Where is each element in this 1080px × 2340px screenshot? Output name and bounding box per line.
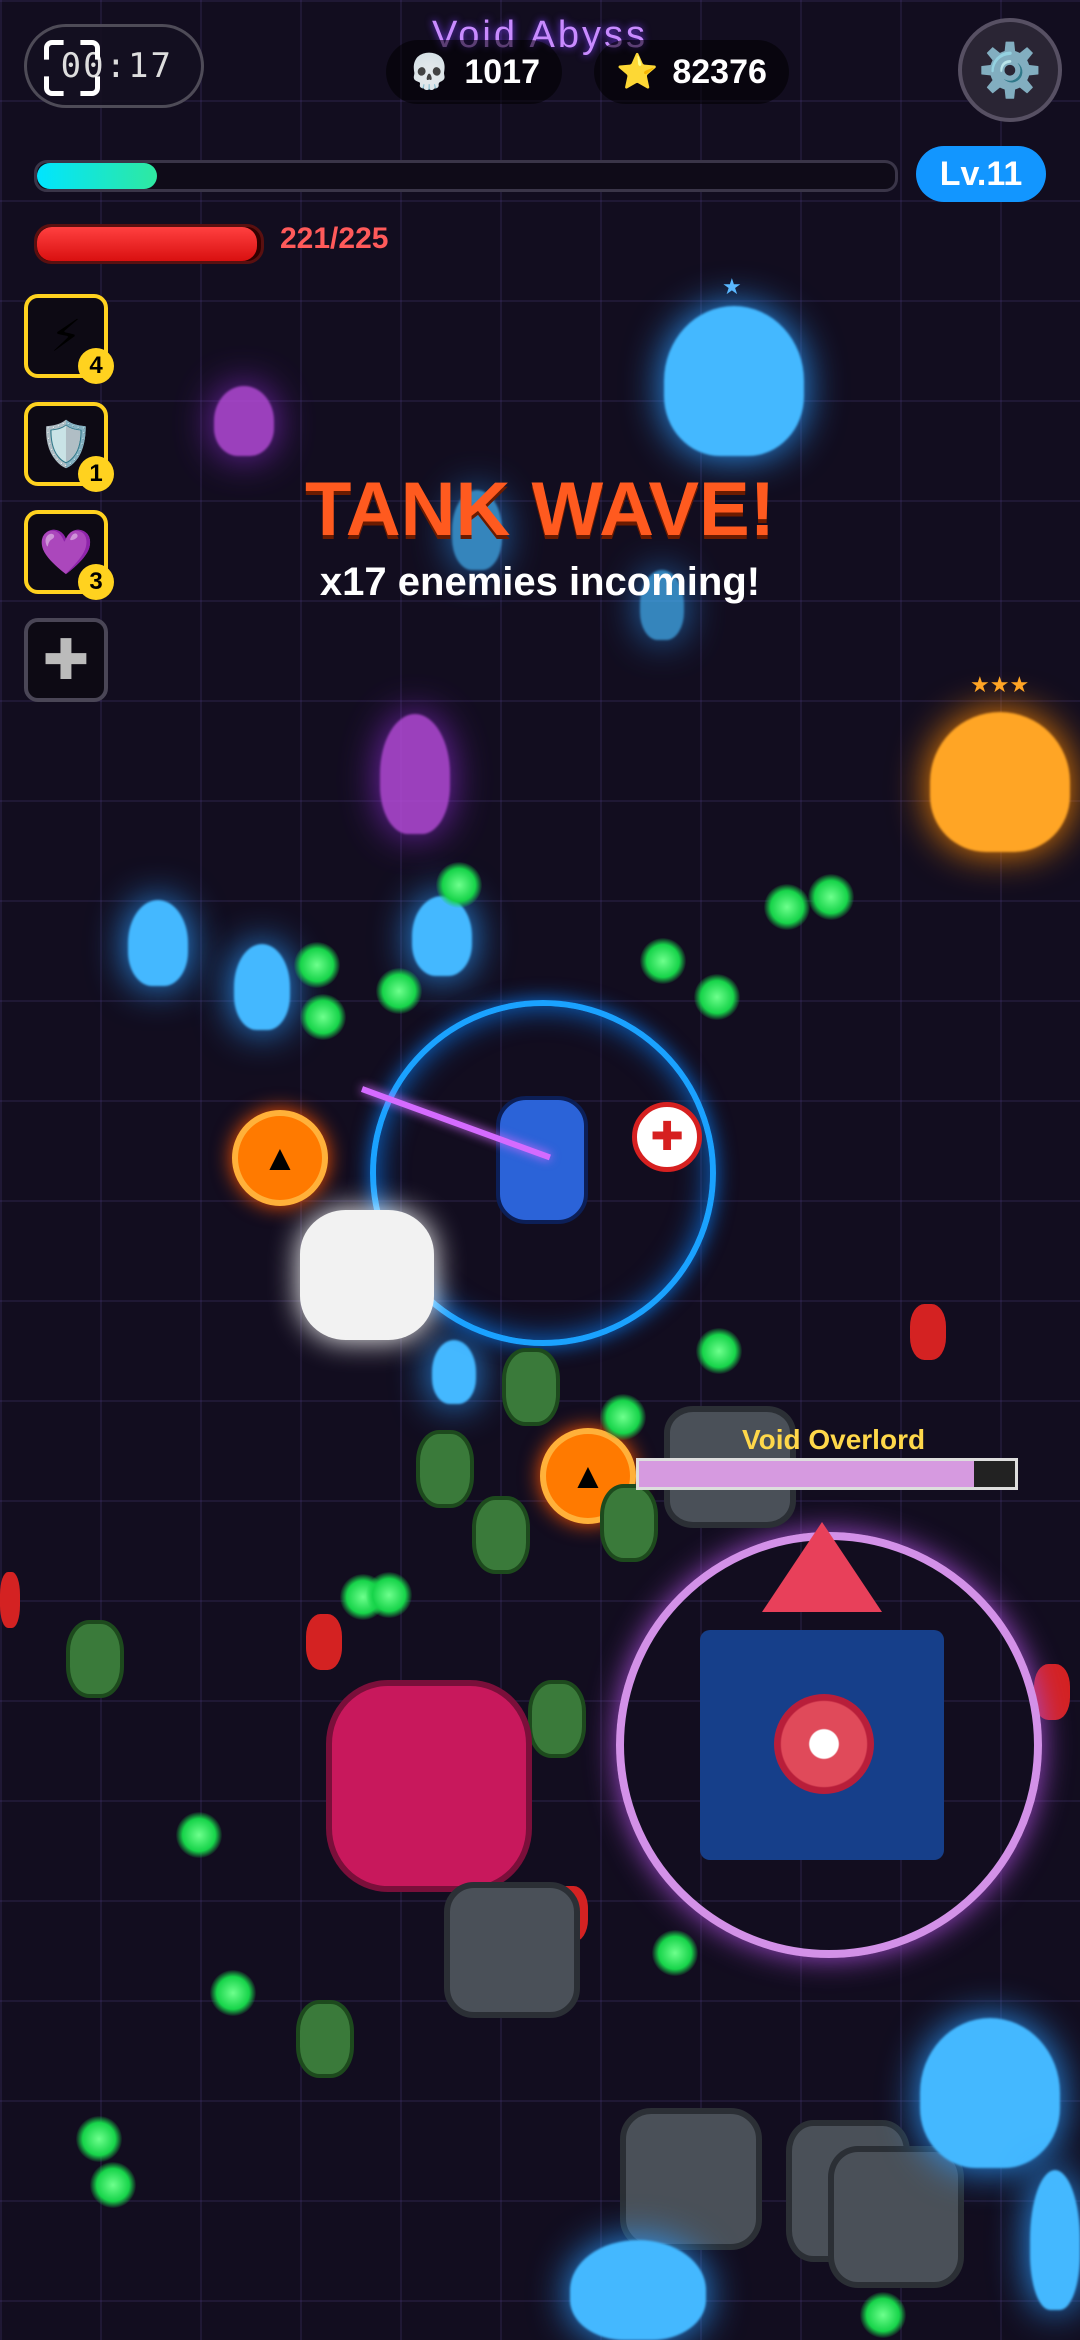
enemy-blue-tank [1030, 2170, 1080, 2310]
xp-orb [90, 2162, 136, 2208]
enemy-zombie [416, 1430, 474, 1508]
enemy-purple [380, 714, 450, 834]
enemy-magenta-brute [326, 1680, 532, 1892]
enemy-blue-tank [920, 2018, 1060, 2168]
xp-orb [652, 1930, 698, 1976]
kill-counter: 💀 1017 [386, 40, 562, 104]
xp-orb [76, 2116, 122, 2162]
score-counter: ⭐ 82376 [594, 40, 789, 104]
enemy-blue [412, 896, 472, 976]
enemy-grey-golem [620, 2108, 762, 2250]
xp-orb [436, 862, 482, 908]
xp-orb [860, 2292, 906, 2338]
wave-subtitle: x17 enemies incoming! [319, 560, 761, 604]
enemy-red-imp [910, 1304, 946, 1360]
enemy-zombie [600, 1484, 658, 1562]
xp-orb [640, 938, 686, 984]
boss-core [774, 1694, 874, 1794]
xp-orb [376, 968, 422, 1014]
xp-orb [600, 1394, 646, 1440]
rank-star: ★ [722, 274, 742, 299]
boss-health-fill [639, 1461, 974, 1487]
enemy-zombie [296, 2000, 354, 2078]
kill-count: 1017 [464, 52, 540, 91]
skull-icon: 💀 [408, 53, 451, 91]
xp-orb [694, 974, 740, 1020]
health-pickup: ✚ [632, 1102, 702, 1172]
xp-orb [294, 942, 340, 988]
boss-name: Void Overlord [742, 1424, 926, 1455]
enemy-red-imp [0, 1572, 20, 1628]
enemy-blue-tank [664, 306, 804, 456]
enemy-zombie [502, 1348, 560, 1426]
enemy-white-tank [300, 1210, 434, 1340]
enemy-blue [128, 900, 188, 986]
enemy-grey-golem [444, 1882, 580, 2018]
star-icon: ⭐ [616, 53, 659, 91]
hp-bar [34, 224, 264, 264]
enemy-zombie [472, 1496, 530, 1574]
plus-icon: ✚ [42, 628, 90, 691]
enemy-blue-tank [570, 2240, 706, 2340]
enemy-orange-tank [930, 712, 1070, 852]
xp-bar-fill [37, 163, 158, 189]
enemy-blue [234, 944, 290, 1030]
xp-orb [300, 994, 346, 1040]
skill-lightning[interactable]: ⚡ 4 [24, 294, 114, 384]
skill-count: 4 [78, 348, 114, 384]
add-skill-button[interactable]: ✚ [24, 618, 108, 702]
xp-orb [176, 1812, 222, 1858]
enemy-purple [214, 386, 274, 456]
score-value: 82376 [672, 52, 767, 91]
gear-icon: ⚙️ [977, 41, 1043, 100]
enemy-grey-golem [828, 2146, 964, 2288]
xp-orb [808, 874, 854, 920]
xp-orb [764, 884, 810, 930]
enemy-blue [432, 1340, 476, 1404]
player-knight [496, 1096, 588, 1224]
xp-bar [34, 160, 898, 192]
warning-marker: ▲ [232, 1110, 328, 1206]
xp-orb [210, 1970, 256, 2016]
enemy-zombie [66, 1620, 124, 1698]
boss-health-bar [636, 1458, 1018, 1490]
wave-title: TANK WAVE! [304, 467, 776, 552]
xp-orb [696, 1328, 742, 1374]
settings-button[interactable]: ⚙️ [958, 18, 1062, 122]
xp-orb [366, 1572, 412, 1618]
enemy-red-imp [306, 1614, 342, 1670]
hp-bar-fill [37, 227, 257, 261]
hp-text: 221/225 [280, 222, 389, 255]
enemy-zombie [528, 1680, 586, 1758]
lightning-icon: ⚡ [50, 311, 82, 361]
rank-stars: ★★★ [970, 672, 1030, 697]
level-badge: Lv.11 [916, 146, 1046, 202]
